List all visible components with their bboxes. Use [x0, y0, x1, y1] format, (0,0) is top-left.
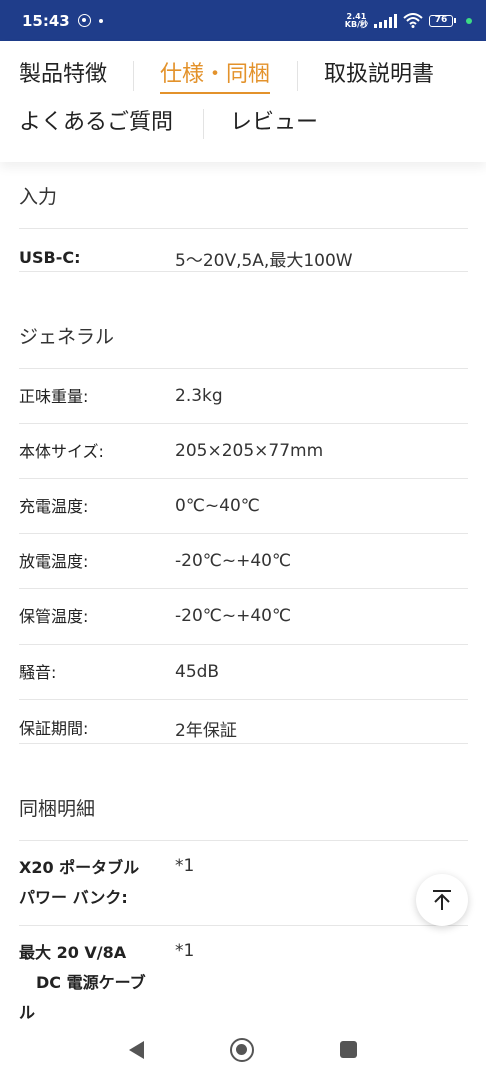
tab-divider [133, 61, 134, 91]
spec-value-storage-temp: -20℃~+40℃ [175, 606, 292, 626]
tab-reviews-label: レビュー [230, 110, 319, 135]
scroll-to-top-button[interactable] [416, 874, 468, 926]
row-divider [19, 925, 468, 926]
spec-value-size: 205×205×77mm [175, 441, 324, 461]
package-item-qty-1: *1 [175, 856, 195, 876]
spec-value-noise: 45dB [175, 662, 220, 682]
system-nav-bar [0, 1030, 486, 1080]
tab-specs-label: 仕様・同梱 [160, 62, 271, 87]
spec-value-charge-temp: 0℃~40℃ [175, 496, 260, 516]
active-tab-underline [160, 92, 271, 94]
notification-dot-icon [98, 18, 103, 23]
tab-manual[interactable]: 取扱説明書 [324, 60, 434, 90]
spec-label-usb-c: USB-C: [19, 248, 81, 267]
wifi-icon [403, 13, 423, 28]
package-item-qty-2: *1 [175, 941, 195, 961]
package-item-label-2b: DC 電源ケーブ [36, 973, 146, 992]
privacy-indicator-icon [466, 17, 472, 24]
tab-faq-label: よくあるご質問 [19, 110, 174, 135]
row-divider [19, 840, 468, 841]
spec-label-weight: 正味重量: [19, 387, 89, 406]
battery-icon: 76 [429, 14, 456, 27]
spec-value-usb-c: 5〜20V,5A,最大100W [175, 251, 353, 271]
status-bar: 15:43 2.41 KB/秒 76 [0, 0, 486, 41]
row-divider [19, 588, 468, 589]
spec-label-noise: 騒音: [19, 663, 57, 682]
arrow-to-top-icon [433, 890, 451, 910]
tab-manual-label: 取扱説明書 [324, 62, 435, 87]
package-item-label-1a: X20 ポータブル [19, 858, 140, 877]
row-divider [19, 271, 468, 272]
product-tab-bar: 製品特徴 仕様・同梱 取扱説明書 よくあるご質問 レビュー [0, 41, 486, 162]
tab-specs[interactable]: 仕様・同梱 [160, 60, 271, 94]
tab-faq[interactable]: よくあるご質問 [19, 108, 173, 138]
row-divider [19, 533, 468, 534]
row-divider [19, 743, 468, 744]
spec-value-warranty: 2年保証 [175, 721, 237, 741]
package-item-label-2c: ル [19, 1003, 36, 1022]
spec-label-storage-temp: 保管温度: [19, 607, 89, 626]
spec-label-size: 本体サイズ: [19, 442, 104, 461]
spec-label-charge-temp: 充電温度: [19, 497, 89, 516]
network-speed-unit: KB/秒 [344, 19, 368, 29]
hotspot-icon [77, 14, 91, 27]
row-divider [19, 478, 468, 479]
package-item-label-1b: パワー バンク: [19, 888, 128, 907]
section-title-input: 入力 [19, 186, 58, 208]
battery-level: 76 [429, 14, 453, 27]
row-divider [19, 644, 468, 645]
back-icon[interactable] [127, 1040, 147, 1060]
tab-divider [297, 61, 298, 91]
home-icon[interactable] [230, 1038, 254, 1062]
section-title-general: ジェネラル [19, 326, 115, 348]
tab-reviews[interactable]: レビュー [230, 108, 318, 138]
status-time: 15:43 [22, 11, 70, 30]
tab-features-label: 製品特徴 [19, 62, 108, 87]
spec-label-warranty: 保証期間: [19, 719, 89, 738]
cell-signal-icon [374, 13, 397, 28]
spec-value-weight: 2.3kg [175, 386, 223, 406]
network-speed: 2.41 KB/秒 [344, 12, 368, 29]
spec-value-discharge-temp: -20℃~+40℃ [175, 551, 292, 571]
row-divider [19, 423, 468, 424]
tab-features[interactable]: 製品特徴 [19, 60, 107, 90]
status-right: 2.41 KB/秒 76 [344, 12, 472, 29]
row-divider [19, 368, 468, 369]
row-divider [19, 228, 468, 229]
tab-divider [203, 109, 204, 139]
status-left: 15:43 [22, 12, 103, 30]
package-item-label-2a: 最大 20 V/8A [19, 943, 127, 962]
spec-label-discharge-temp: 放電温度: [19, 552, 89, 571]
recent-apps-icon[interactable] [340, 1041, 357, 1058]
row-divider [19, 699, 468, 700]
section-title-package: 同梱明細 [19, 798, 96, 820]
